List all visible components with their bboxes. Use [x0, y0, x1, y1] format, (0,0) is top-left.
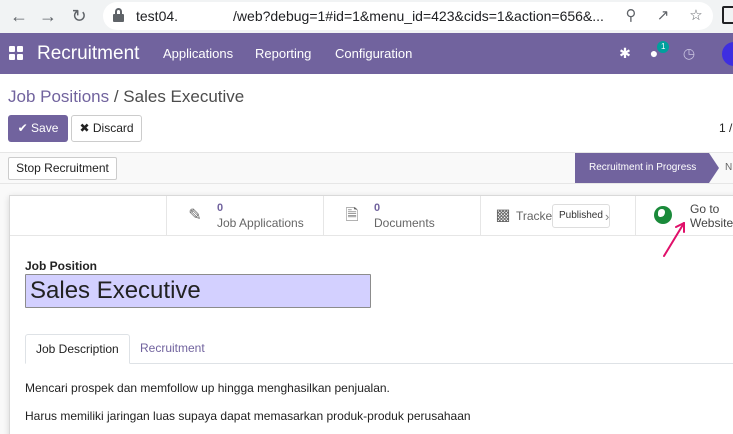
- reload-icon[interactable]: ↻: [68, 5, 90, 27]
- notebook-tabs: Job Description Recruitment: [25, 334, 733, 364]
- tab-job-description[interactable]: Job Description: [25, 334, 130, 364]
- pencil-icon: ✎: [188, 207, 202, 224]
- back-icon[interactable]: ←: [8, 5, 30, 27]
- url-text[interactable]: test04./web?debug=1#id=1&menu_id=423&cid…: [136, 8, 604, 26]
- chat-count-badge: 1: [657, 41, 670, 53]
- apps-grid-icon[interactable]: [9, 46, 23, 60]
- stage-next[interactable]: N: [725, 153, 732, 183]
- menu-reporting[interactable]: Reporting: [255, 46, 311, 61]
- user-avatar[interactable]: [722, 42, 733, 66]
- bookmark-star-icon[interactable]: ☆: [686, 6, 706, 26]
- job-position-label: Job Position: [25, 259, 97, 273]
- stage-recruitment-in-progress[interactable]: Recruitment in Progress: [575, 153, 719, 183]
- activity-clock-icon[interactable]: ◷: [680, 44, 698, 62]
- browser-toolbar: ← → ↻ test04./web?debug=1#id=1&menu_id=4…: [0, 0, 733, 33]
- published-tooltip: Published: [552, 204, 610, 228]
- description-line: Mencari prospek dan memfollow up hingga …: [25, 381, 390, 395]
- document-icon: 🗎: [345, 207, 359, 224]
- debug-bug-icon[interactable]: ✱: [616, 44, 634, 62]
- breadcrumb-job-positions[interactable]: Job Positions: [8, 87, 109, 106]
- address-bar[interactable]: test04./web?debug=1#id=1&menu_id=423&cid…: [103, 2, 713, 30]
- pager: 1 /: [719, 121, 733, 135]
- lock-icon: [113, 8, 124, 22]
- bar-chart-icon: ▩: [495, 207, 511, 224]
- share-icon[interactable]: ↗: [653, 6, 673, 26]
- app-brand[interactable]: Recruitment: [37, 43, 139, 65]
- job-applications-button[interactable]: ✎ 0 Job Applications: [166, 196, 323, 235]
- extension-icon[interactable]: [722, 6, 733, 24]
- menu-applications[interactable]: Applications: [163, 46, 233, 61]
- form-statusbar: Stop Recruitment Recruitment in Progress…: [0, 152, 733, 184]
- tab-recruitment[interactable]: Recruitment: [130, 334, 215, 364]
- stop-recruitment-button[interactable]: Stop Recruitment: [8, 157, 117, 180]
- save-button[interactable]: ✔ Save: [8, 115, 68, 142]
- chevron-right-icon: ›: [605, 209, 610, 224]
- job-position-input[interactable]: Sales Executive: [25, 274, 371, 308]
- menu-configuration[interactable]: Configuration: [335, 46, 412, 61]
- form-sheet: ✎ 0 Job Applications 🗎 0 Documents ▩ Tra…: [9, 195, 733, 434]
- check-icon: ✔: [17, 121, 28, 135]
- tracker-button[interactable]: ▩ Tracke Published ›: [480, 196, 635, 235]
- annotation-arrow-icon: [663, 222, 685, 257]
- close-icon: ✖: [79, 121, 90, 135]
- smart-button-box: ✎ 0 Job Applications 🗎 0 Documents ▩ Tra…: [10, 196, 733, 236]
- documents-button[interactable]: 🗎 0 Documents: [323, 196, 480, 235]
- url-redaction: [178, 9, 234, 26]
- breadcrumb-current: Sales Executive: [123, 87, 245, 106]
- breadcrumb: Job Positions / Sales Executive: [8, 87, 245, 106]
- description-line: Harus memiliki jaringan luas supaya dapa…: [25, 409, 471, 423]
- forward-icon[interactable]: →: [37, 5, 59, 27]
- main-navbar: Recruitment Applications Reporting Confi…: [0, 33, 733, 74]
- zoom-icon[interactable]: ⚲: [621, 6, 641, 26]
- discard-button[interactable]: ✖ Discard: [71, 115, 142, 142]
